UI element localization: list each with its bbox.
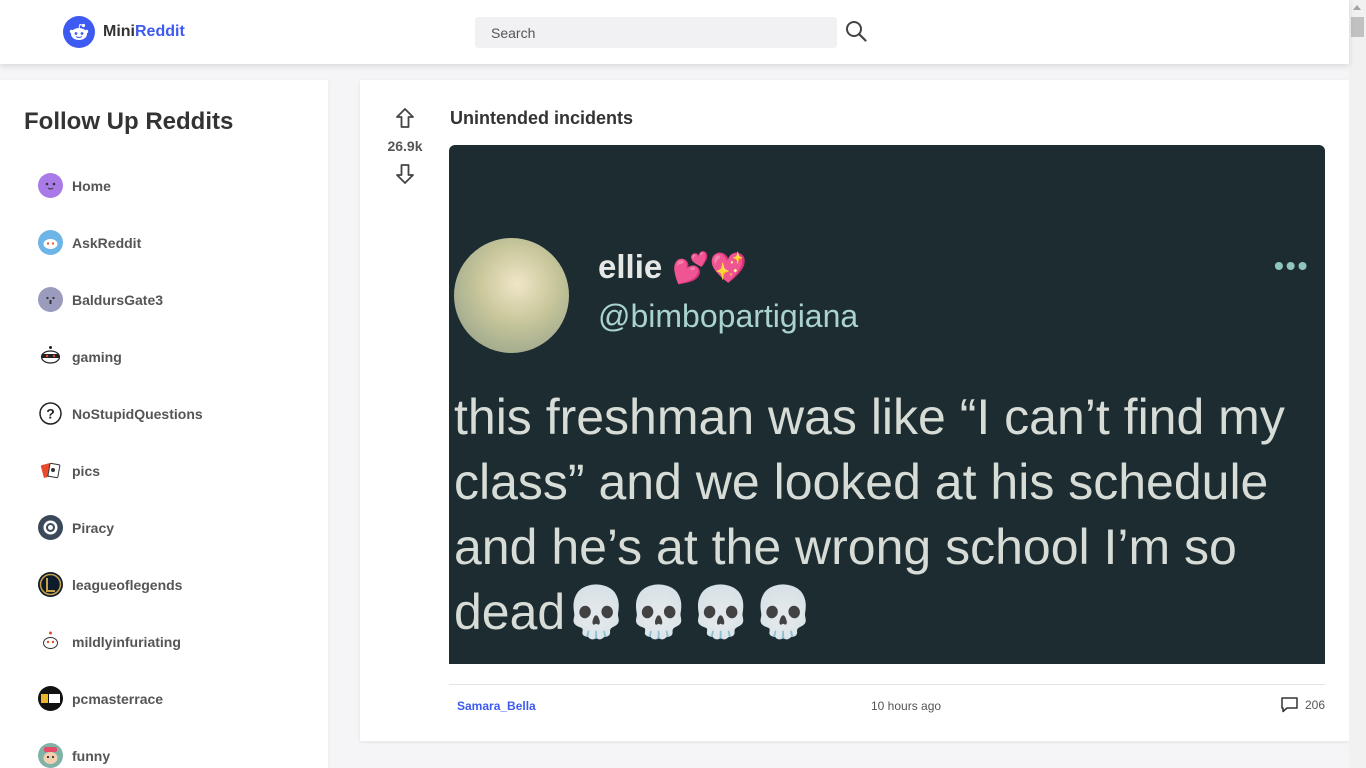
sidebar-title: Follow Up Reddits — [24, 108, 234, 135]
search-icon — [846, 21, 867, 42]
post-image[interactable]: ellie 💕💖 @bimbopartigiana ••• this freshm… — [449, 145, 1325, 664]
downvote-button[interactable] — [393, 162, 417, 186]
piracy-avatar-icon — [38, 515, 63, 540]
app-name: MiniReddit — [103, 23, 185, 41]
pics-avatar-icon — [38, 458, 63, 483]
page-scrollbar[interactable] — [1349, 0, 1366, 768]
top-navbar: MiniReddit — [0, 0, 1349, 64]
search-button[interactable] — [843, 18, 869, 44]
comment-count: 206 — [1305, 697, 1326, 712]
pcmasterrace-avatar-icon — [38, 686, 63, 711]
post-divider — [449, 684, 1325, 685]
funny-avatar-icon — [38, 743, 63, 768]
tweet-handle: @bimbopartigiana — [598, 298, 859, 334]
sidebar-item-label: AskReddit — [72, 234, 142, 251]
arrow-up-icon — [396, 108, 414, 128]
sidebar-item-label: Piracy — [72, 519, 115, 536]
post-card: 26.9k Unintended incidents ellie 💕💖 @bimb… — [360, 80, 1349, 741]
sidebar-item-nostupidquestions[interactable]: ? NoStupidQuestions — [38, 385, 203, 442]
app-name-prefix: Mini — [103, 23, 135, 40]
sidebar-item-funny[interactable]: funny — [38, 727, 203, 768]
post-timestamp: 10 hours ago — [871, 699, 942, 713]
sidebar-item-label: NoStupidQuestions — [72, 405, 203, 422]
sidebar-item-home[interactable]: Home — [38, 157, 203, 214]
sidebar-item-label: BaldursGate3 — [72, 291, 164, 308]
tweet-author-name: ellie 💕💖 — [598, 248, 747, 286]
arrow-down-icon — [396, 164, 414, 184]
vote-score: 26.9k — [387, 138, 423, 154]
comments-button[interactable]: 206 — [1280, 696, 1325, 713]
mildlyinfuriating-avatar-icon — [38, 629, 63, 654]
sidebar-item-pcmasterrace[interactable]: pcmasterrace — [38, 670, 203, 727]
more-options-icon: ••• — [1274, 250, 1310, 281]
sidebar-item-label: mildlyinfuriating — [72, 633, 181, 650]
sidebar: Follow Up Reddits Home AskReddit Baldurs… — [0, 80, 328, 768]
sidebar-item-pics[interactable]: pics — [38, 442, 203, 499]
tweet-name-text: ellie — [598, 248, 663, 285]
subreddit-list: Home AskReddit BaldursGate3 gaming ? NoS… — [38, 171, 203, 768]
sidebar-item-label: pics — [72, 462, 101, 479]
reddit-logo-icon — [63, 16, 95, 48]
leagueoflegends-avatar-icon — [38, 572, 63, 597]
tweet-avatar — [454, 238, 569, 353]
tweet-text: this freshman was like “I can’t find my … — [454, 389, 1285, 640]
sidebar-item-label: Home — [72, 177, 111, 194]
home-avatar-icon — [38, 173, 63, 198]
scroll-up-icon[interactable] — [1353, 5, 1361, 10]
svg-text:?: ? — [46, 406, 55, 422]
sidebar-item-askreddit[interactable]: AskReddit — [38, 214, 203, 271]
gaming-avatar-icon — [38, 344, 63, 369]
comment-icon — [1281, 697, 1298, 713]
hearts-icon: 💕💖 — [672, 252, 747, 285]
sidebar-item-label: pcmasterrace — [72, 690, 164, 707]
app-name-accent: Reddit — [135, 23, 185, 40]
upvote-button[interactable] — [393, 106, 417, 130]
sidebar-item-mildlyinfuriating[interactable]: mildlyinfuriating — [38, 613, 203, 670]
sidebar-item-piracy[interactable]: Piracy — [38, 499, 203, 556]
post-title[interactable]: Unintended incidents — [450, 108, 633, 129]
search-input[interactable] — [475, 17, 837, 48]
sidebar-item-label: leagueoflegends — [72, 576, 183, 593]
app-logo[interactable]: MiniReddit — [63, 16, 185, 48]
vote-controls: 26.9k — [380, 106, 430, 186]
baldursgate3-avatar-icon — [38, 287, 63, 312]
askreddit-avatar-icon — [38, 230, 63, 255]
sidebar-item-gaming[interactable]: gaming — [38, 328, 203, 385]
sidebar-item-leagueoflegends[interactable]: leagueoflegends — [38, 556, 203, 613]
sidebar-item-label: gaming — [72, 348, 122, 365]
sidebar-item-baldursgate3[interactable]: BaldursGate3 — [38, 271, 203, 328]
scroll-thumb[interactable] — [1351, 17, 1364, 37]
post-author-link[interactable]: Samara_Bella — [457, 699, 536, 713]
sidebar-item-label: funny — [72, 747, 111, 764]
question-mark-icon: ? — [38, 401, 63, 426]
